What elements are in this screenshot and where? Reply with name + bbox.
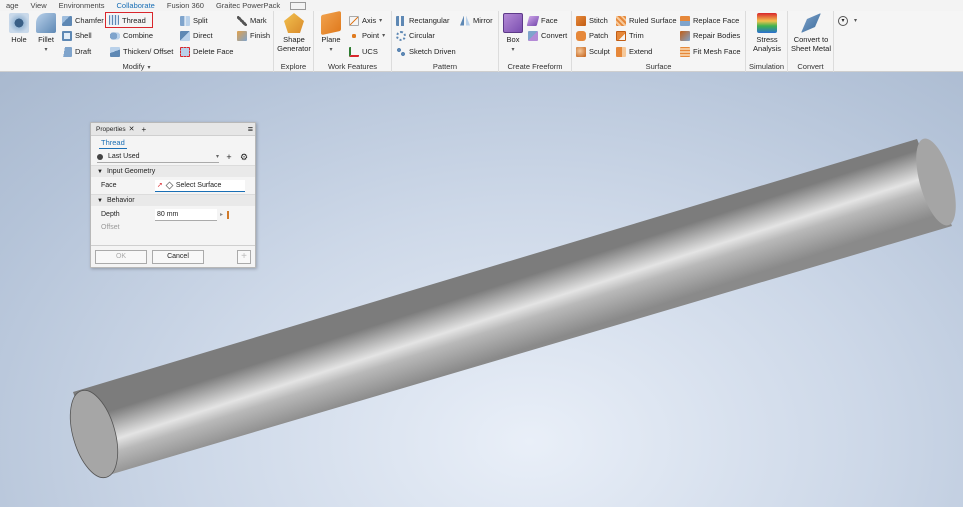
ok-button[interactable]: OK — [95, 249, 147, 264]
panel-menu-icon[interactable]: ≡ — [248, 125, 253, 134]
properties-tab[interactable]: Properties ✕ — [93, 125, 138, 134]
preset-icon — [97, 153, 103, 160]
collapse-icon: ▼ — [97, 197, 103, 204]
depth-dropdown-icon[interactable]: ▸ — [220, 211, 223, 218]
offset-row: Offset — [101, 223, 120, 231]
panel-title-bar: Properties ✕ + ≡ — [91, 123, 255, 136]
preset-row: Last Used ▾ + ⚙ — [91, 149, 255, 165]
tab-thread[interactable]: Thread — [99, 138, 127, 149]
chevron-down-icon: ▾ — [215, 154, 219, 160]
measure-icon[interactable] — [227, 210, 235, 219]
apply-plus-button[interactable]: + — [237, 249, 251, 264]
feature-tab-bar: Thread — [91, 136, 255, 149]
face-selector[interactable]: ➚ Select Surface — [155, 179, 245, 192]
panel-footer: OK Cancel + — [91, 245, 255, 267]
face-row: Face ➚ Select Surface — [91, 177, 255, 194]
collapse-icon: ▼ — [97, 168, 103, 175]
cancel-button[interactable]: Cancel — [152, 249, 204, 264]
select-arrow-icon: ➚ — [157, 182, 163, 189]
properties-panel: Properties ✕ + ≡ Thread Last Used ▾ + ⚙ ▼… — [90, 122, 256, 268]
section-input-geometry[interactable]: ▼ Input Geometry — [91, 165, 255, 177]
depth-input[interactable]: 80 mm — [155, 208, 217, 221]
close-icon[interactable]: ✕ — [129, 125, 135, 133]
preset-select[interactable]: Last Used ▾ — [97, 152, 219, 163]
section-behavior[interactable]: ▼ Behavior — [91, 194, 255, 206]
depth-row: Depth 80 mm ▸ — [91, 206, 255, 223]
add-tab-icon[interactable]: + — [142, 125, 147, 134]
surface-icon — [165, 181, 174, 189]
add-preset-icon[interactable]: + — [224, 152, 234, 162]
gear-icon[interactable]: ⚙ — [239, 152, 249, 163]
